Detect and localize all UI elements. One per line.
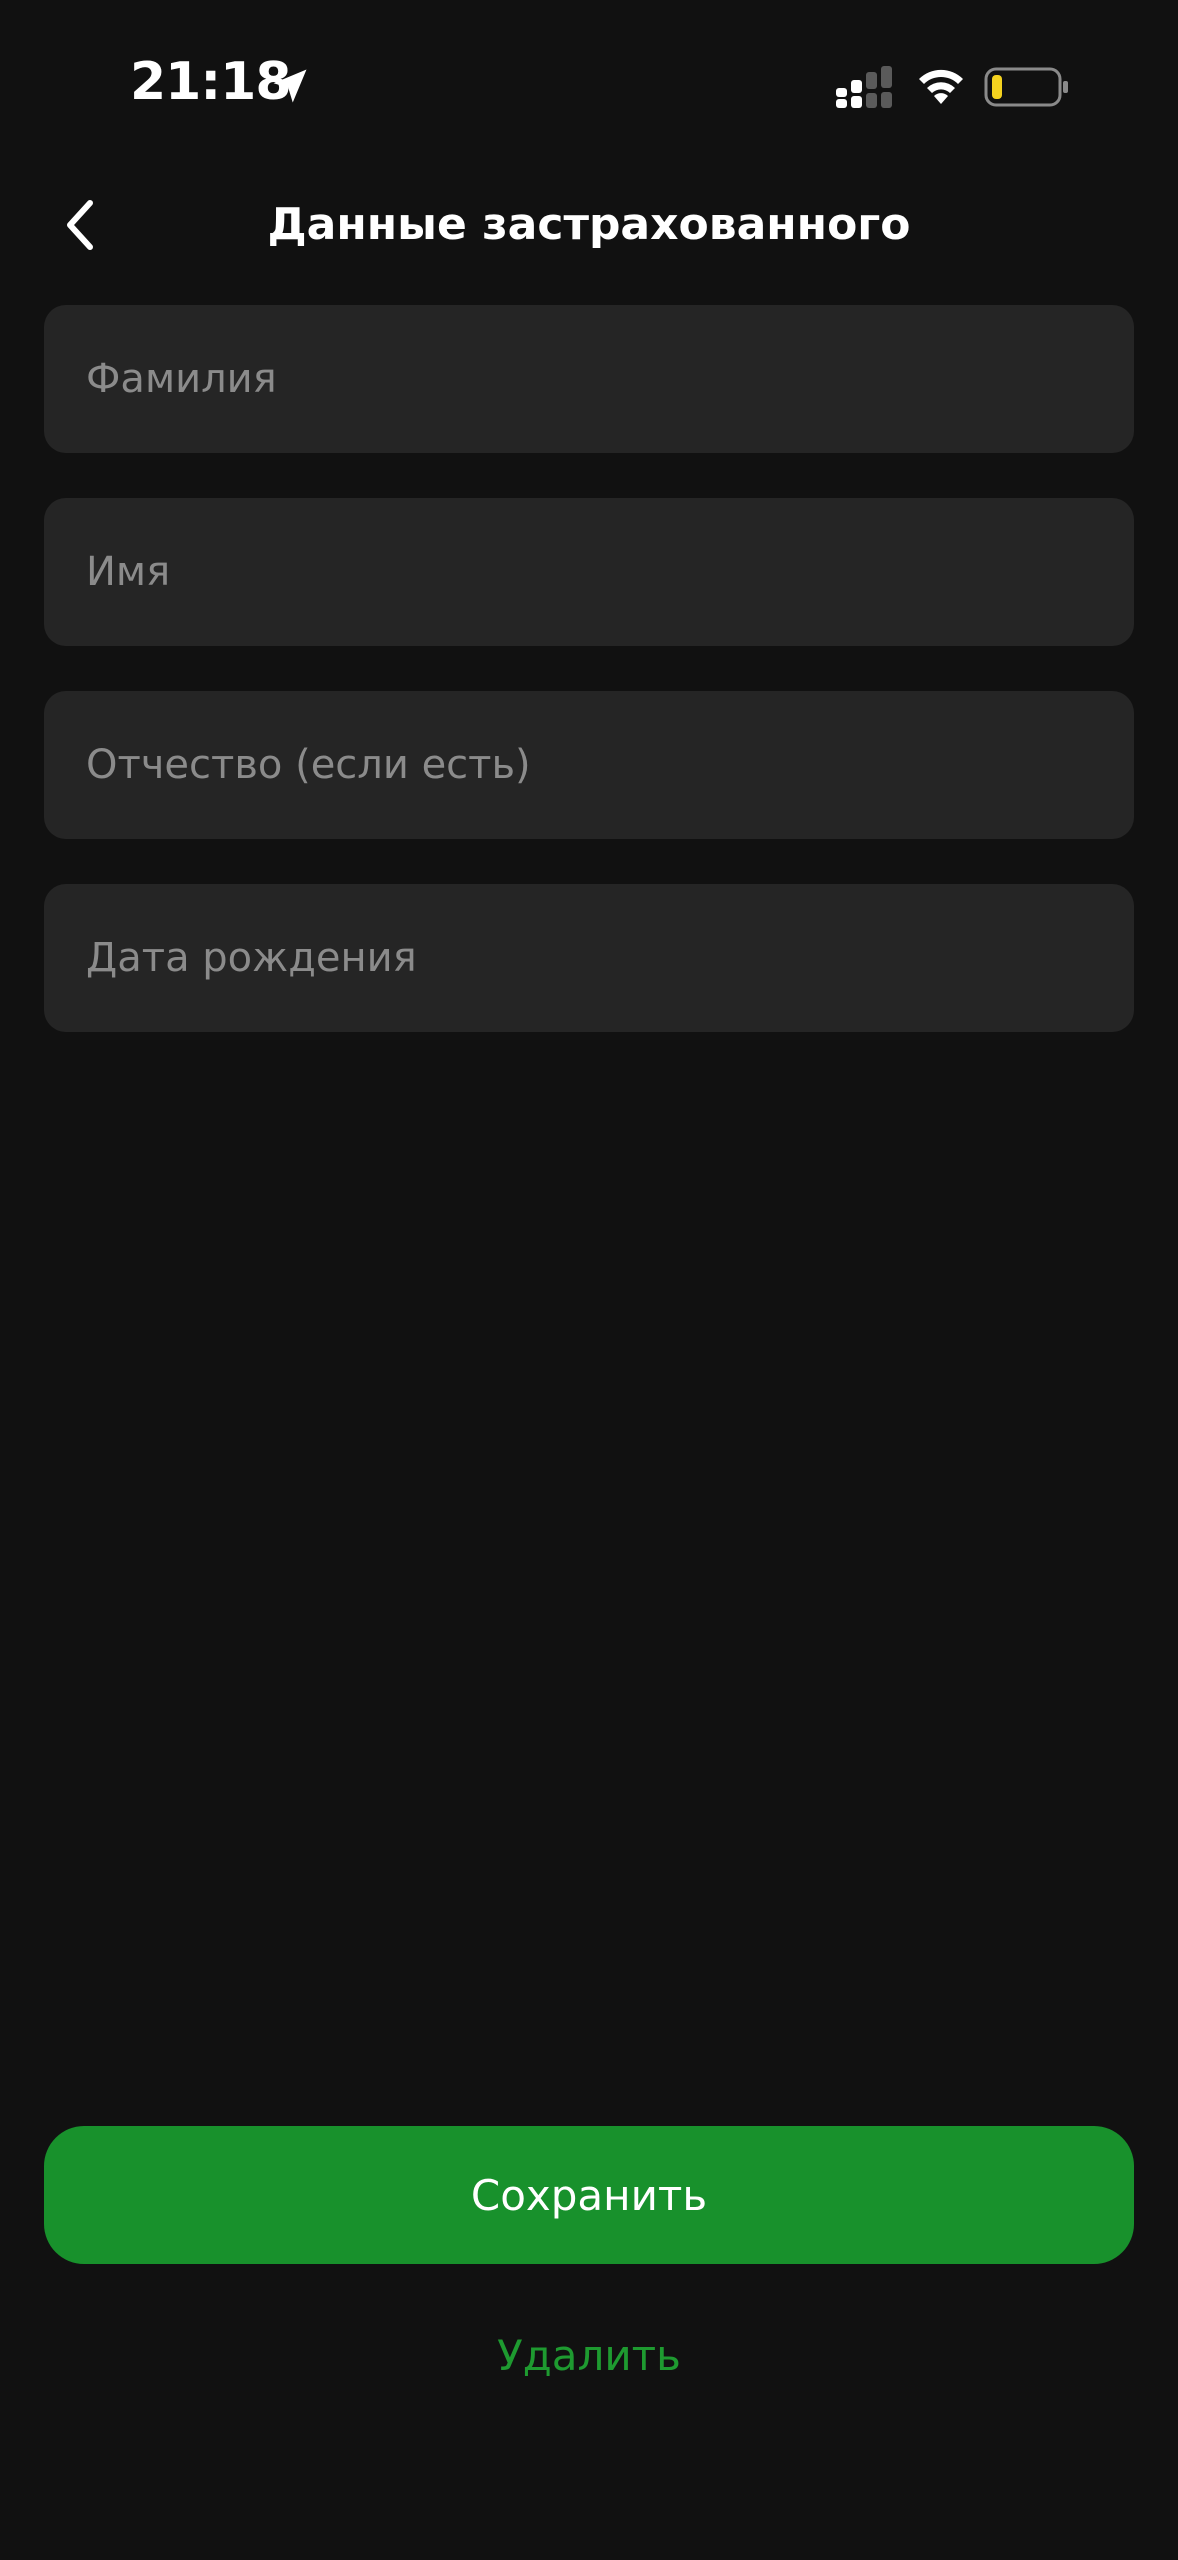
patronymic-input[interactable] <box>86 742 1092 788</box>
delete-button[interactable]: Удалить <box>389 2320 789 2390</box>
page-title: Данные застрахованного <box>267 199 911 250</box>
name-field[interactable] <box>44 498 1134 646</box>
cellular-signal-icon <box>836 66 892 108</box>
wifi-icon <box>919 69 963 104</box>
birth-date-input[interactable] <box>86 935 1092 981</box>
name-input[interactable] <box>86 549 1092 595</box>
location-arrow-icon <box>273 69 307 103</box>
status-bar: 21:18 <box>0 0 1178 170</box>
save-button[interactable]: Сохранить <box>44 2126 1134 2264</box>
patronymic-field[interactable] <box>44 691 1134 839</box>
battery-icon <box>984 67 1068 107</box>
surname-field[interactable] <box>44 305 1134 453</box>
status-time: 21:18 <box>130 52 292 112</box>
surname-input[interactable] <box>86 356 1092 402</box>
birth-date-field[interactable] <box>44 884 1134 1032</box>
